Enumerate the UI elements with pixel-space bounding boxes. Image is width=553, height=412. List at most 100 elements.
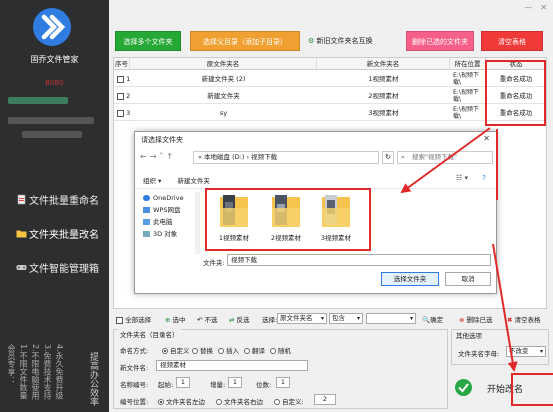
column-header: 原文件夹名 [130,58,317,70]
table-row[interactable]: 2 新建文件夹 2视频素材 E:\视频下载\ 重命名成功 [114,88,546,104]
member-benefit: 4.永久免费升级 [55,344,64,400]
row-checkbox[interactable]: 1 [117,73,130,85]
letter-case-select[interactable]: 不改变 [506,346,546,357]
clear-icon: ✖ [507,316,513,324]
swap-names-label: 新旧文件夹名互换 [316,37,373,45]
clear-table-small-button[interactable]: ✖ 清空表格 [507,314,541,324]
location: E:\视频下载\ [453,106,479,120]
mode-insert-radio[interactable]: 插入 [218,345,239,355]
mode-translate-radio[interactable]: 翻译 [244,345,265,355]
other-options-panel: 其他选项 文件夹名字母: 不改变 [451,329,549,365]
sidebar-item-file-rename[interactable]: 文件批量重命名 [0,189,109,209]
select-button[interactable]: ⊕ 选中 [165,314,186,324]
mode-replace-radio[interactable]: 替换 [192,345,213,355]
swap-icon: ⇄ [229,316,235,324]
select-all-checkbox[interactable]: 全部选择 [116,314,151,324]
member-benefit: 2.不限电脑使用 [31,344,40,400]
start-rename-button[interactable]: 开始改名 [451,368,553,408]
position-label: 编号位置: [120,398,149,406]
help-icon[interactable]: ? [482,174,486,182]
toolbar: 选择多个文件夹 选择父目录（添加子目录） ⚙ 新旧文件夹名互换 删除已选的文件夹… [115,31,553,53]
status-highlight-box [485,60,546,126]
nav-tree: OneDrive WPS网盘 此电脑 3D 对象 [143,192,193,240]
view-options-icon[interactable]: ☷ ▾ [456,174,468,182]
swap-icon: ⚙ [308,37,315,45]
row-checkbox[interactable]: 3 [117,107,130,119]
unselect-button[interactable]: ↶ 不选 [197,314,218,324]
slogan: 提高办公效率 [88,352,98,406]
sidebar-item-folder-rename[interactable]: 文件夹批量改名 [0,223,109,243]
blurred-user-info [22,131,82,138]
close-button[interactable]: ✕ [540,3,547,12]
sidebar-item-file-manager[interactable]: 文件智能管理箱 [0,257,109,277]
add-folders-button[interactable]: 选择多个文件夹 [115,31,181,51]
member-benefit: 3.免费技术支持 [43,344,52,400]
tree-item-wps[interactable]: WPS网盘 [143,204,193,216]
folder-picker-dialog: 请选择文件夹 ✕ ←→˅↑ « 本地磁盘 (D:) › 视频下载 ↻ ⌕ 搜索"… [134,131,497,294]
nav-arrows[interactable]: ←→˅↑ [140,152,176,161]
mode-custom-radio[interactable]: 自定义 [162,345,190,355]
clear-table-button[interactable]: 清空表格 [481,31,543,51]
tree-item-onedrive[interactable]: OneDrive [143,192,193,204]
field-select[interactable]: 原文件夹名 [277,313,327,324]
folder-thumbnail-icon [322,195,350,227]
table-row[interactable]: 3 sy 3视频素材 E:\视频下载\ 重命名成功 [114,105,546,121]
mode-label: 命名方式: [120,347,149,355]
minimize-button[interactable]: — [524,3,532,12]
search-icon: 🔍 [422,316,431,324]
filename-input[interactable]: 视频下载 [227,254,491,266]
digits-stepper[interactable]: 1 [276,377,290,388]
dialog-close-icon[interactable]: ✕ [483,134,490,143]
dialog-title: 请选择文件夹 [141,136,183,144]
position-custom-radio[interactable]: 自定义: [274,396,304,406]
filter-input[interactable] [366,313,416,324]
document-icon [16,194,27,205]
other-options-title: 其他选项 [456,332,482,340]
add-parent-dir-button[interactable]: 选择父目录（添加子目录） [190,31,300,51]
start-stepper[interactable]: 1 [176,377,190,388]
custom-position-stepper[interactable]: 2 [314,394,336,405]
address-bar[interactable]: « 本地磁盘 (D:) › 视频下载 [193,151,379,164]
table-header: 序号 原文件夹名 新文件夹名 所在位置 状态 [114,58,546,70]
numbering-label: 名称编号: [120,381,149,389]
new-folder-button[interactable]: 新建文件夹 [177,177,210,185]
tree-item-this-pc[interactable]: 此电脑 [143,216,193,228]
start-label: 起始: [158,381,174,389]
position-right-radio[interactable]: 文件夹名右边 [216,396,263,406]
location: E:\视频下载\ [453,72,479,86]
folder-label: 3视频素材 [320,234,352,242]
tree-scrollbar[interactable] [195,192,200,254]
folder-thumbnail-icon [272,195,300,227]
delete-selected-button[interactable]: 删除已选的文件夹 [406,31,474,51]
table-row[interactable]: 1 新建文件夹 (2) 1视频素材 E:\视频下载\ 重命名成功 [114,71,546,87]
folder-item[interactable]: 1视频素材 [211,194,257,242]
organize-menu[interactable]: 组织 ▾ [143,177,161,185]
refresh-icon[interactable]: ↻ [382,151,394,164]
step-stepper[interactable]: 1 [228,377,242,388]
position-left-radio[interactable]: 文件夹名左边 [158,396,205,406]
folder-label: 1视频素材 [218,234,250,242]
folder-item[interactable]: 3视频素材 [313,194,359,242]
new-name: 2视频素材 [368,92,399,100]
original-name: sy [219,109,228,117]
search-input[interactable]: ⌕ 搜索"视频下载" [397,151,493,164]
confirm-button[interactable]: 🔍确定 [422,314,443,324]
match-select[interactable]: 包含 [329,313,363,324]
delete-selected-small-button[interactable]: ⊗ 删除已选 [459,314,493,324]
mode-random-radio[interactable]: 随机 [270,345,291,355]
row-checkbox[interactable]: 2 [117,90,130,102]
column-header: 序号 [115,58,130,70]
invert-button[interactable]: ⇄ 反选 [229,314,250,324]
new-name-input[interactable]: 视频素材 [156,360,308,371]
search-icon: ⌕ [401,153,405,161]
folder-item[interactable]: 2视频素材 [263,194,309,242]
start-check-icon [455,379,472,396]
column-header: 新文件夹名 [317,58,450,70]
member-benefit: 会员专享： [7,344,16,384]
sidebar: 固乔文件管家 B0B0 文件批量重命名 文件夹批量改名 文件智能管理箱 会员专享… [0,0,109,412]
select-folder-button[interactable]: 选择文件夹 [381,272,439,286]
member-benefit: 1.不限文件数量 [19,344,28,400]
swap-names-button[interactable]: ⚙ 新旧文件夹名互换 [308,36,373,46]
cancel-button[interactable]: 取消 [445,272,491,286]
tree-item-3d-objects[interactable]: 3D 对象 [143,228,193,240]
